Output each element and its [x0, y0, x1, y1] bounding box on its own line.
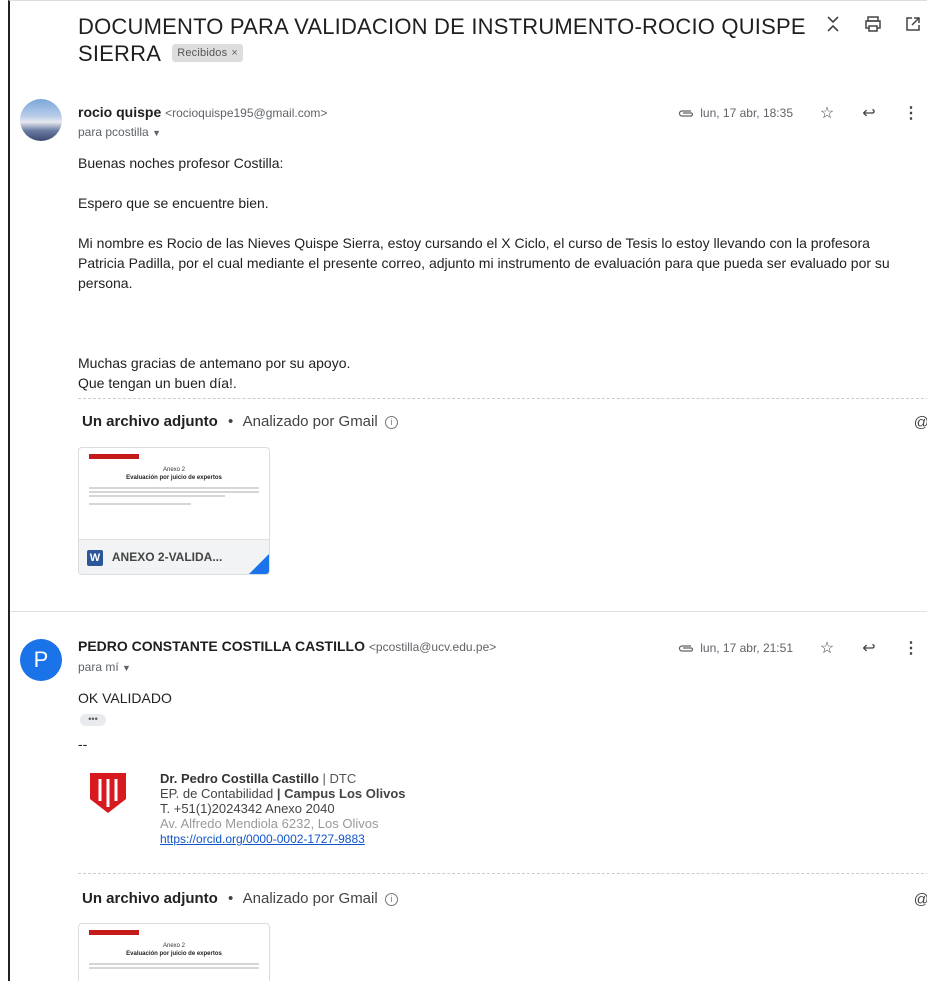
preview-title: Anexo 2 [162, 943, 186, 949]
attachments-header: Un archivo adjunto • Analizado por Gmail… [82, 890, 398, 907]
signature-phone: T. +51(1)2024342 Anexo 2040 [160, 801, 335, 816]
scan-status: Analizado por Gmail [242, 413, 378, 430]
show-trimmed-content-button[interactable]: ••• [80, 714, 106, 726]
orcid-link[interactable]: https://orcid.org/0000-0002-1727-9883 [160, 832, 365, 846]
document-preview: Anexo 2 Evaluación por juicio de experto… [79, 448, 269, 540]
message-date: lun, 17 abr, 21:51 [700, 641, 793, 655]
sender-name[interactable]: rocio quispe [78, 104, 161, 120]
preview-line [89, 495, 225, 497]
preview-title: Anexo 2 [162, 467, 186, 473]
bullet-separator: • [228, 413, 234, 430]
signature-text: Dr. Pedro Costilla Castillo | DTC EP. de… [160, 771, 406, 847]
signature-campus: Campus Los Olivos [284, 786, 406, 801]
message-meta: lun, 17 abr, 21:51 ☆ ↩ ⋮ [678, 638, 919, 658]
reply-icon[interactable]: ↩ [861, 638, 877, 658]
preview-subtitle: Evaluación por juicio de expertos [126, 951, 222, 957]
body-paragraph: Espero que se encuentre bien. [78, 195, 269, 211]
attachments-header: Un archivo adjunto • Analizado por Gmail… [82, 413, 398, 430]
document-preview: Anexo 2 Evaluación por juicio de experto… [79, 924, 269, 981]
sender-avatar-photo[interactable] [20, 99, 62, 141]
signature-separator: | [273, 786, 285, 801]
recipient-text: para mí [78, 660, 119, 674]
signature-address: Av. Alfredo Mendiola 6232, Los Olivos [160, 816, 379, 831]
university-logo [90, 773, 126, 813]
message-meta: lun, 17 abr, 18:35 ☆ ↩ ⋮ [678, 103, 919, 123]
email-subject: DOCUMENTO PARA VALIDACION DE INSTRUMENTO… [78, 13, 818, 67]
sender-email: <pcostilla@ucv.edu.pe> [368, 640, 497, 654]
star-icon[interactable]: ☆ [819, 103, 835, 123]
add-to-drive-icon[interactable]: @ [914, 891, 927, 908]
remove-label-icon[interactable]: × [231, 47, 238, 59]
body-paragraph: Muchas gracias de antemano por su apoyo. [78, 355, 351, 371]
preview-line [89, 491, 259, 493]
divider [78, 873, 927, 874]
attachments-title: Un archivo adjunto [82, 413, 218, 430]
preview-subtitle: Evaluación por juicio de expertos [126, 475, 222, 481]
body-paragraph: Que tengan un buen día!. [78, 375, 237, 391]
preview-line [89, 963, 259, 965]
university-logo-preview [89, 454, 139, 459]
divider [78, 398, 927, 399]
word-file-icon: W [87, 549, 103, 566]
add-to-drive-icon[interactable]: @ [914, 414, 927, 431]
attachment-icon [678, 105, 694, 121]
recipient-dropdown[interactable]: para mí ▼ [78, 660, 131, 674]
chevron-down-icon: ▼ [152, 128, 161, 138]
university-logo-preview [89, 930, 139, 935]
info-icon[interactable]: i [384, 415, 398, 429]
label-text: Recibidos [177, 47, 228, 60]
sender-line: rocio quispe <rocioquispe195@gmail.com> [78, 104, 327, 120]
more-options-icon[interactable]: ⋮ [903, 638, 919, 658]
recipient-dropdown[interactable]: para pcostilla ▼ [78, 125, 161, 139]
chevron-down-icon: ▼ [122, 663, 131, 673]
recipient-text: para pcostilla [78, 125, 149, 139]
preview-line [89, 503, 191, 505]
collapse-icon[interactable] [823, 15, 843, 38]
attachment-filename-bar: W ANEXO 2-VALIDA... [79, 539, 269, 574]
sender-email: <rocioquispe195@gmail.com> [165, 106, 328, 120]
reply-icon[interactable]: ↩ [861, 103, 877, 123]
message-body: Buenas noches profesor Costilla: Espero … [78, 153, 917, 393]
preview-line [89, 487, 259, 489]
signature-school: EP. de Contabilidad [160, 786, 274, 801]
signature-dash: -- [78, 736, 88, 752]
open-new-window-icon[interactable] [903, 15, 923, 38]
sender-avatar-letter[interactable]: P [20, 639, 62, 681]
attachments-title: Un archivo adjunto [82, 890, 218, 907]
preview-line [89, 967, 259, 969]
email-thread: DOCUMENTO PARA VALIDACION DE INSTRUMENTO… [8, 0, 927, 981]
print-icon[interactable] [863, 15, 883, 38]
star-icon[interactable]: ☆ [819, 638, 835, 658]
body-paragraph: OK VALIDADO [78, 690, 172, 706]
attachment-card[interactable]: Anexo 2 Evaluación por juicio de experto… [78, 447, 270, 575]
inbox-label-chip[interactable]: Recibidos × [172, 44, 243, 63]
signature-name: Dr. Pedro Costilla Castillo [160, 771, 319, 786]
message-separator [10, 611, 927, 612]
attachment-card[interactable]: Anexo 2 Evaluación por juicio de experto… [78, 923, 270, 981]
more-options-icon[interactable]: ⋮ [903, 103, 919, 123]
scan-status: Analizado por Gmail [242, 890, 378, 907]
folded-corner-icon [249, 554, 269, 574]
attachment-filename: ANEXO 2-VALIDA... [111, 550, 223, 564]
attachment-icon [678, 640, 694, 656]
sender-name[interactable]: PEDRO CONSTANTE COSTILLA CASTILLO [78, 638, 365, 654]
signature-role: | DTC [318, 771, 357, 786]
sender-line: PEDRO CONSTANTE COSTILLA CASTILLO <pcost… [78, 638, 496, 654]
thread-toolbar [823, 15, 923, 38]
bullet-separator: • [228, 890, 234, 907]
message-date: lun, 17 abr, 18:35 [700, 106, 793, 120]
message-body: OK VALIDADO [78, 688, 917, 708]
body-paragraph: Mi nombre es Rocio de las Nieves Quispe … [78, 235, 890, 291]
info-icon[interactable]: i [384, 892, 398, 906]
body-paragraph: Buenas noches profesor Costilla: [78, 155, 284, 171]
